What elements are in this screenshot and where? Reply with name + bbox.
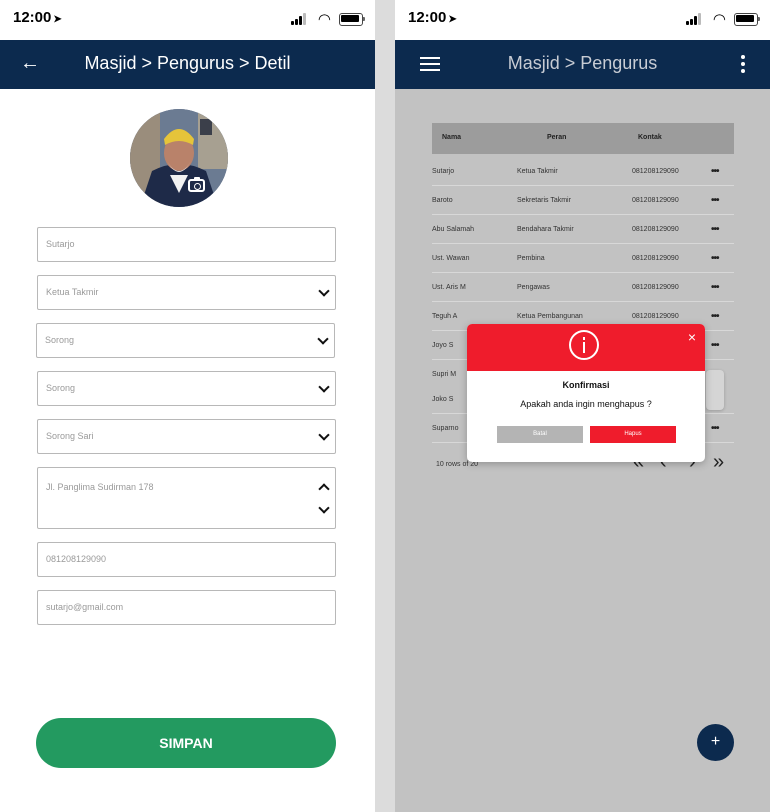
row-role: Ketua Takmir xyxy=(517,168,558,175)
role-select[interactable]: Ketua Takmir xyxy=(37,275,336,310)
row-name: Sutarjo xyxy=(432,168,455,175)
row-name: Joko S xyxy=(432,396,454,403)
subdistrict-select-value: Sorong Sari xyxy=(46,431,94,441)
column-header-contact: Kontak xyxy=(638,134,662,141)
row-contact: 081208129090 xyxy=(632,255,679,262)
row-name: Ust. Wawan xyxy=(432,255,470,262)
row-role: Pembina xyxy=(517,255,545,262)
kebab-icon[interactable] xyxy=(741,55,745,73)
cancel-button[interactable]: Batal xyxy=(497,426,583,443)
row-name: Suparno xyxy=(432,425,459,432)
phone-field-value: 081208129090 xyxy=(46,554,107,564)
email-field[interactable]: sutarjo@gmail.com xyxy=(37,590,336,625)
more-actions-icon[interactable]: ••• xyxy=(711,253,719,264)
row-contact: 081208129090 xyxy=(632,168,679,175)
address-field[interactable]: Jl. Panglima Sudirman 178 xyxy=(37,467,336,529)
table-row[interactable]: Sutarjo Ketua Takmir 081208129090 ••• xyxy=(432,157,734,186)
name-field-value: Sutarjo xyxy=(46,239,75,249)
last-page-button[interactable]: » xyxy=(713,451,724,474)
table-row[interactable]: Baroto Sekretaris Takmir 081208129090 ••… xyxy=(432,186,734,215)
name-field[interactable]: Sutarjo xyxy=(37,227,336,262)
row-role: Ketua Pembangunan xyxy=(517,313,583,320)
avatar-photo xyxy=(130,109,228,207)
row-name: Abu Salamah xyxy=(432,226,475,233)
status-time: 12:00 ➤ xyxy=(13,9,62,26)
subdistrict-select[interactable]: Sorong Sari xyxy=(37,419,336,454)
more-actions-icon[interactable]: ••• xyxy=(711,195,719,206)
app-bar: Masjid > Pengurus xyxy=(395,40,770,89)
status-time: 12:00 ➤ xyxy=(408,9,457,26)
column-header-name: Nama xyxy=(442,134,462,141)
popup-menu xyxy=(706,370,724,410)
row-name: Teguh A xyxy=(432,313,458,320)
page-title: Masjid > Pengurus xyxy=(507,53,658,73)
camera-icon[interactable] xyxy=(188,177,205,192)
row-contact: 081208129090 xyxy=(632,284,679,291)
column-header-role: Peran xyxy=(547,134,567,141)
more-actions-icon[interactable]: ••• xyxy=(711,282,719,293)
chevron-down-icon xyxy=(318,381,330,393)
delete-button[interactable]: Hapus xyxy=(590,426,676,443)
more-actions-icon[interactable]: ••• xyxy=(711,166,719,177)
chevron-down-icon[interactable] xyxy=(318,502,330,514)
row-contact: 081208129090 xyxy=(632,197,679,204)
row-name: Baroto xyxy=(432,197,453,204)
row-name: Supri M xyxy=(432,371,457,378)
confirm-dialog: × Konfirmasi Apakah anda ingin menghapus… xyxy=(467,324,705,462)
table-row[interactable]: Ust. Aris M Pengawas 081208129090 ••• xyxy=(432,273,734,302)
more-actions-icon[interactable]: ••• xyxy=(711,340,719,351)
location-arrow-icon: ➤ xyxy=(53,14,62,25)
detail-screen: 12:00 ➤ ◠ ← Masjid > Pengurus > Detil Sut… xyxy=(0,0,375,812)
more-actions-icon[interactable]: ••• xyxy=(711,311,719,322)
table-row[interactable]: Abu Salamah Bendahara Takmir 08120812909… xyxy=(432,215,734,244)
status-bar: 12:00 ➤ ◠ xyxy=(395,0,770,40)
row-contact: 081208129090 xyxy=(632,226,679,233)
row-role: Bendahara Takmir xyxy=(517,226,574,233)
wifi-icon: ◠ xyxy=(317,11,331,28)
battery-icon xyxy=(339,13,365,26)
location-arrow-icon: ➤ xyxy=(448,14,457,25)
battery-icon xyxy=(734,13,760,26)
district-select[interactable]: Sorong xyxy=(37,371,336,406)
wifi-icon: ◠ xyxy=(712,11,726,28)
city-select-value: Sorong xyxy=(45,335,75,345)
more-actions-icon[interactable]: ••• xyxy=(711,423,719,434)
chevron-down-icon xyxy=(318,285,330,297)
close-icon[interactable]: × xyxy=(688,329,696,345)
chevron-up-icon[interactable] xyxy=(318,483,330,495)
pagination-info: 10 rows of 20 xyxy=(436,461,479,468)
more-actions-icon[interactable]: ••• xyxy=(711,224,719,235)
content-overlay: Nama Peran Kontak Sutarjo Ketua Takmir 0… xyxy=(395,89,770,812)
phone-field[interactable]: 081208129090 xyxy=(37,542,336,577)
email-field-value: sutarjo@gmail.com xyxy=(46,602,124,612)
district-select-value: Sorong xyxy=(46,383,76,393)
add-button[interactable]: + xyxy=(697,724,734,761)
dialog-header: × xyxy=(467,324,705,371)
role-select-value: Ketua Takmir xyxy=(46,287,99,297)
signal-icon xyxy=(686,13,702,25)
status-time-text: 12:00 xyxy=(13,9,52,26)
row-name: Ust. Aris M xyxy=(432,284,466,291)
signal-icon xyxy=(291,13,307,25)
page-title: Masjid > Pengurus > Detil xyxy=(84,53,291,73)
city-select[interactable]: Sorong xyxy=(36,323,335,358)
avatar[interactable] xyxy=(130,109,228,207)
list-screen: 12:00 ➤ ◠ Masjid > Pengurus Nama Peran Ko… xyxy=(395,0,770,812)
chevron-down-icon xyxy=(318,429,330,441)
info-icon xyxy=(569,330,599,360)
address-field-value: Jl. Panglima Sudirman 178 xyxy=(46,482,154,492)
table-row[interactable]: Ust. Wawan Pembina 081208129090 ••• xyxy=(432,244,734,273)
row-role: Pengawas xyxy=(517,284,550,291)
table-header: Nama Peran Kontak xyxy=(432,123,734,154)
dialog-title: Konfirmasi xyxy=(562,380,610,390)
status-bar: 12:00 ➤ ◠ xyxy=(0,0,375,40)
row-name: Joyo S xyxy=(432,342,454,349)
status-time-text: 12:00 xyxy=(408,9,447,26)
chevron-down-icon xyxy=(317,333,329,345)
save-button[interactable]: SIMPAN xyxy=(36,718,336,768)
row-contact: 081208129090 xyxy=(632,313,679,320)
row-role: Sekretaris Takmir xyxy=(517,197,571,204)
dialog-message: Apakah anda ingin menghapus ? xyxy=(520,399,652,409)
app-bar: ← Masjid > Pengurus > Detil xyxy=(0,40,375,89)
